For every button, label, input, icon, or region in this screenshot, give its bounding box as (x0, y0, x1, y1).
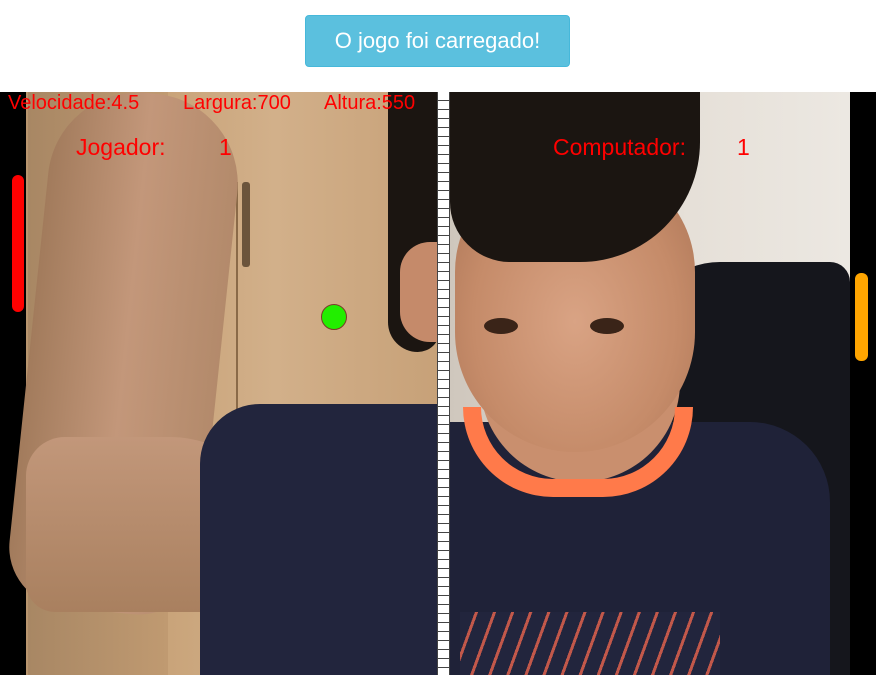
shirt-print (460, 612, 720, 675)
wardrobe-handle (242, 182, 250, 267)
shirt-left-shape (200, 404, 440, 675)
eye-right (590, 318, 624, 334)
player-paddle[interactable] (12, 175, 24, 312)
player-label: Jogador: (76, 134, 166, 160)
player-score: 1 (219, 134, 232, 160)
ball-icon (321, 304, 347, 330)
height-readout: Altura:550 (324, 92, 416, 114)
game-canvas[interactable]: Velocidade:4.5 Largura:700 Altura:550 Jo… (0, 92, 876, 675)
ear-shape (400, 242, 440, 342)
width-readout: Largura:700 (183, 92, 291, 114)
computer-paddle (855, 273, 868, 361)
game-loaded-button[interactable]: O jogo foi carregado! (305, 15, 570, 67)
eye-left (484, 318, 518, 334)
status-bar: O jogo foi carregado! (0, 0, 876, 92)
center-net (437, 92, 450, 675)
computer-label: Computador: (553, 134, 686, 160)
computer-score: 1 (737, 134, 750, 160)
speed-readout: Velocidade:4.5 (8, 92, 140, 114)
